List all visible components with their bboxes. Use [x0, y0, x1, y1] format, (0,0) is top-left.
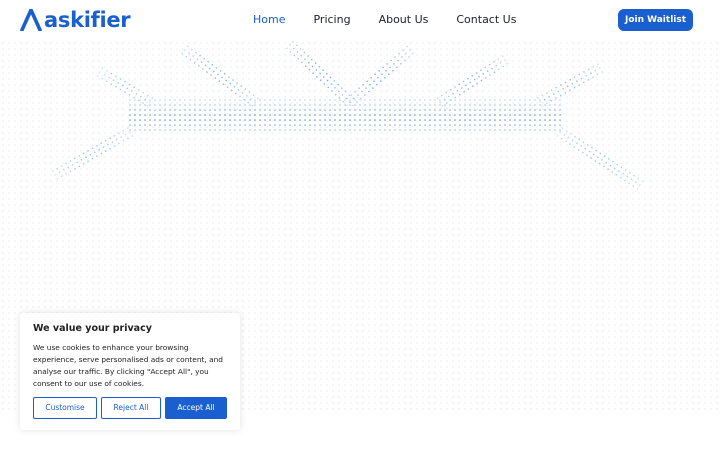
nav-link-about-us[interactable]: About Us — [379, 12, 429, 28]
join-waitlist-button[interactable]: Join Waitlist — [618, 9, 693, 31]
brand-logo[interactable]: askifier — [20, 8, 131, 32]
a-logo-icon — [20, 9, 42, 31]
nav-link-pricing[interactable]: Pricing — [313, 12, 350, 28]
accept-all-button[interactable]: Accept All — [165, 397, 227, 419]
cookie-banner-message: We use cookies to enhance your browsing … — [33, 343, 224, 388]
dotted-wave-pattern — [52, 40, 644, 190]
site-header: askifier Home Pricing About Us Contact U… — [0, 0, 720, 40]
nav-link-contact-us[interactable]: Contact Us — [456, 12, 516, 28]
cookie-consent-banner: We value your privacy We use cookies to … — [20, 313, 240, 430]
reject-all-button[interactable]: Reject All — [101, 397, 161, 419]
page: askifier Home Pricing About Us Contact U… — [0, 0, 720, 450]
brand-name: askifier — [44, 8, 131, 32]
cookie-banner-title: We value your privacy — [33, 323, 152, 334]
nav-link-home[interactable]: Home — [253, 12, 285, 28]
customise-button[interactable]: Customise — [33, 397, 97, 419]
main-nav: Home Pricing About Us Contact Us — [253, 12, 516, 28]
